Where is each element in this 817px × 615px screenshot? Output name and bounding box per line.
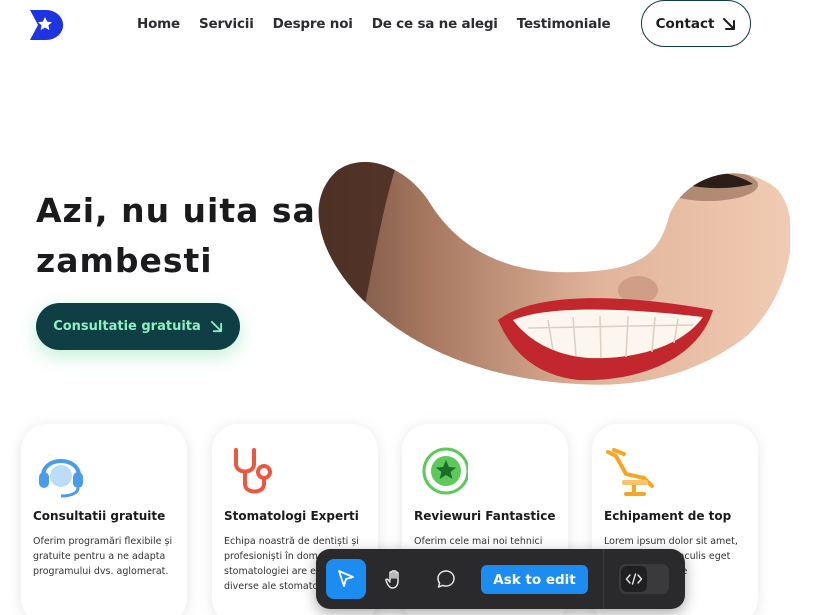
feature-card-consultatii: Consultatii gratuite Oferim programări f… (21, 424, 187, 615)
logo[interactable] (28, 6, 64, 42)
hero-title: Azi, nu uita sa zambesti (36, 186, 326, 286)
toolbar-divider (603, 549, 604, 609)
stethoscope-icon (234, 448, 272, 494)
card-title: Echipament de top (604, 509, 732, 523)
hand-tool-button[interactable] (375, 559, 415, 599)
comment-bubble-icon (437, 570, 455, 588)
cta-label: Consultatie gratuita (53, 319, 201, 334)
hero-smile-image (318, 161, 790, 385)
consultation-cta-button[interactable]: Consultatie gratuita (36, 303, 240, 350)
code-view-toggle[interactable] (619, 564, 669, 594)
nav-servicii[interactable]: Servicii (199, 16, 254, 32)
nav-de-ce-sa-ne-alegi[interactable]: De ce sa ne alegi (372, 16, 498, 32)
ask-to-edit-button[interactable]: Ask to edit (481, 565, 588, 594)
arrow-down-right-icon (723, 17, 736, 30)
headset-icon (39, 459, 83, 498)
star-badge-icon (422, 447, 468, 495)
card-title: Consultatii gratuite (33, 509, 166, 523)
nav-home[interactable]: Home (137, 16, 180, 32)
nav-testimoniale[interactable]: Testimoniale (517, 16, 611, 32)
card-text: Oferim cele mai noi tehnici (414, 536, 543, 547)
card-title: Stomatologi Experti (224, 509, 359, 523)
comment-tool-button[interactable] (426, 559, 466, 599)
editor-toolbar: Ask to edit (316, 549, 685, 609)
nav-despre-noi[interactable]: Despre noi (273, 16, 353, 32)
dental-chair-icon (606, 448, 654, 496)
hero-title-line2: zambesti (36, 241, 213, 280)
arrow-down-right-icon (210, 320, 222, 333)
cursor-arrow-icon (338, 570, 354, 587)
hand-icon (385, 570, 399, 589)
card-text: Oferim programări flexibile și gratuite … (33, 536, 173, 577)
contact-button[interactable]: Contact (641, 0, 751, 47)
select-tool-button[interactable] (326, 559, 366, 599)
card-title: Reviewuri Fantastice (414, 509, 556, 523)
hero-title-line1: Azi, nu uita sa (36, 191, 316, 230)
main-nav: Home Servicii Despre noi De ce sa ne ale… (137, 16, 630, 32)
contact-label: Contact (655, 15, 715, 32)
code-icon (625, 573, 643, 585)
code-toggle-knob (621, 566, 647, 592)
